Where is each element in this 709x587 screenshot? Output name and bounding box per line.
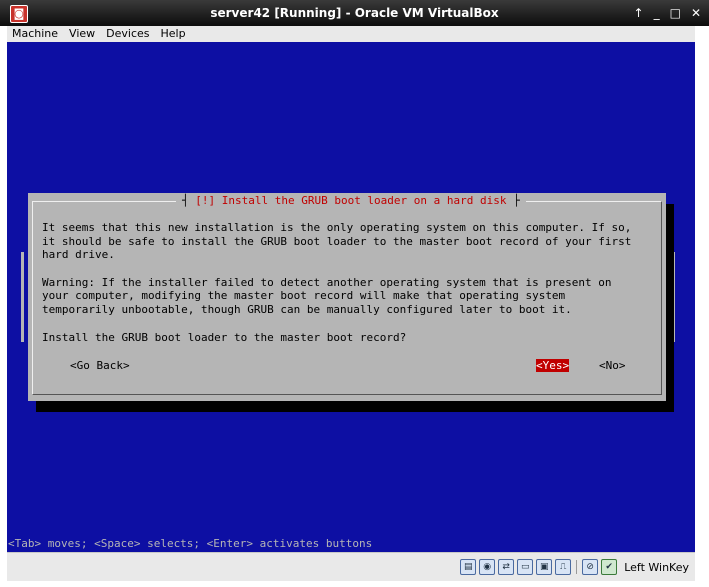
menu-machine[interactable]: Machine: [7, 26, 64, 42]
window-controls: ↑ _ □ ✕: [634, 0, 701, 26]
maximize-icon[interactable]: □: [670, 6, 681, 20]
dialog-question: Install the GRUB boot loader to the mast…: [42, 331, 407, 344]
dialog-title: ┤ [!] Install the GRUB boot loader on a …: [176, 194, 526, 208]
vm-status-bar: ▤ ◉ ⇄ ▭ ▣ ⎍ ⊘ ✔ Left WinKey: [7, 552, 695, 581]
host-key-label: Left WinKey: [624, 560, 689, 574]
body-line: your computer, modifying the master boot…: [42, 289, 566, 303]
mouse-integration-icon[interactable]: ✔: [601, 559, 618, 575]
usb-icon[interactable]: ⎍: [555, 559, 572, 575]
no-button[interactable]: <No>: [599, 359, 626, 372]
keep-on-top-icon[interactable]: ↑: [634, 6, 644, 20]
network-icon[interactable]: ⇄: [498, 559, 515, 575]
dialog-body: It seems that this new installation is t…: [42, 221, 662, 317]
body-line: hard drive.: [42, 248, 115, 262]
body-line: temporarily unbootable, though GRUB can …: [42, 302, 572, 316]
menu-view[interactable]: View: [64, 26, 101, 42]
menu-bar: Machine View Devices Help: [7, 26, 695, 43]
body-line: Warning: If the installer failed to dete…: [42, 275, 612, 289]
body-line: It seems that this new installation is t…: [42, 221, 632, 234]
dialog-title-text: [!] Install the GRUB boot loader on a ha…: [195, 194, 507, 207]
go-back-button[interactable]: <Go Back>: [70, 359, 130, 372]
folder-icon[interactable]: ▭: [517, 559, 534, 575]
window-title: server42 [Running] - Oracle VM VirtualBo…: [210, 6, 499, 20]
harddisk-icon[interactable]: ▤: [460, 559, 477, 575]
menu-devices[interactable]: Devices: [101, 26, 155, 42]
close-icon[interactable]: ✕: [691, 6, 701, 20]
body-line: it should be safe to install the GRUB bo…: [42, 234, 632, 248]
yes-button[interactable]: <Yes>: [536, 359, 570, 372]
status-separator: [576, 560, 578, 574]
background-window-edge-left: [21, 252, 24, 342]
minimize-icon[interactable]: _: [654, 6, 660, 20]
optical-drive-icon[interactable]: ◉: [479, 559, 496, 575]
grub-install-dialog: ┤ [!] Install the GRUB boot loader on a …: [28, 193, 666, 401]
menu-help[interactable]: Help: [156, 26, 192, 42]
body-line: [42, 262, 662, 276]
vm-console-screen[interactable]: ┤ [!] Install the GRUB boot loader on a …: [7, 42, 695, 552]
shared-clipboard-icon[interactable]: ⊘: [582, 559, 599, 575]
display-icon[interactable]: ▣: [536, 559, 553, 575]
keyboard-help-line: <Tab> moves; <Space> selects; <Enter> ac…: [8, 537, 373, 550]
window-titlebar[interactable]: ◙ server42 [Running] - Oracle VM Virtual…: [0, 0, 709, 26]
